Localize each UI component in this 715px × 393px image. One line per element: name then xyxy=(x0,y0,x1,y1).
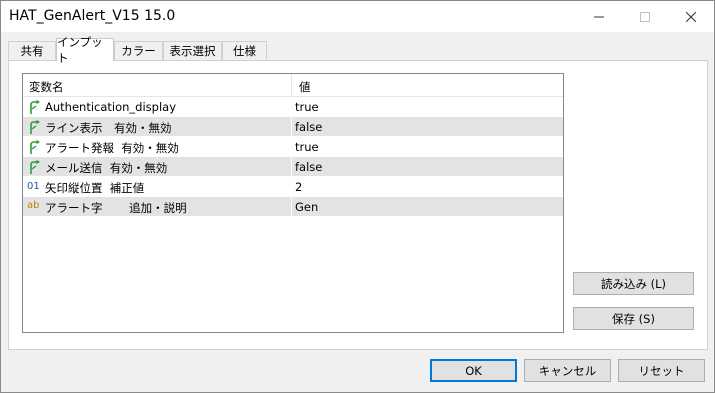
cell-divider xyxy=(291,97,292,117)
tab-strip: 共有 インプット カラー 表示選択 仕様 xyxy=(8,35,708,65)
column-header-name[interactable]: 変数名 xyxy=(29,79,64,95)
tab-spec[interactable]: 仕様 xyxy=(222,41,267,60)
parameter-name: アラート発報 有効・無効 xyxy=(45,141,179,155)
parameter-name: ライン表示 有効・無効 xyxy=(45,121,172,135)
parameter-row[interactable]: Authentication_display true xyxy=(23,97,563,117)
int-icon: 01 xyxy=(27,181,40,192)
string-icon: ab xyxy=(27,200,40,211)
grid-header: 変数名 値 xyxy=(23,74,563,97)
parameter-value[interactable]: true xyxy=(295,140,319,154)
bool-arrow-icon xyxy=(30,99,40,114)
reset-button[interactable]: リセット xyxy=(618,359,705,382)
parameter-value[interactable]: false xyxy=(295,160,322,174)
cell-divider xyxy=(291,197,292,217)
cell-divider xyxy=(291,177,292,197)
close-icon xyxy=(686,11,696,22)
cancel-button[interactable]: キャンセル xyxy=(524,359,611,382)
ok-button[interactable]: OK xyxy=(430,359,517,382)
window-title: HAT_GenAlert_V15 15.0 xyxy=(9,8,176,24)
parameter-row[interactable]: 01 矢印縦位置 補正値 2 xyxy=(23,177,563,197)
bool-arrow-icon xyxy=(30,119,40,134)
parameter-value[interactable]: Gen xyxy=(295,200,318,214)
parameter-name: アラート字 追加・説明 xyxy=(45,201,187,215)
tab-display-select[interactable]: 表示選択 xyxy=(163,41,222,60)
cell-divider xyxy=(291,157,292,177)
tab-input[interactable]: インプット xyxy=(56,35,114,65)
tab-common[interactable]: 共有 xyxy=(8,41,56,60)
parameter-value[interactable]: 2 xyxy=(295,180,302,194)
parameter-row[interactable]: ライン表示 有効・無効 false xyxy=(23,117,563,137)
title-bar[interactable]: HAT_GenAlert_V15 15.0 xyxy=(1,1,714,32)
maximize-button[interactable] xyxy=(622,1,668,32)
parameter-value[interactable]: false xyxy=(295,120,322,134)
close-button[interactable] xyxy=(668,1,714,32)
minimize-icon xyxy=(594,16,604,17)
parameter-value[interactable]: true xyxy=(295,100,319,114)
parameter-row[interactable]: メール送信 有効・無効 false xyxy=(23,157,563,177)
parameter-row[interactable]: アラート発報 有効・無効 true xyxy=(23,137,563,157)
parameter-name: メール送信 有効・無効 xyxy=(45,161,168,175)
maximize-icon xyxy=(640,11,650,22)
cell-divider xyxy=(291,117,292,137)
tab-colors[interactable]: カラー xyxy=(114,41,163,60)
minimize-button[interactable] xyxy=(576,1,622,32)
cell-divider xyxy=(291,137,292,157)
load-button[interactable]: 読み込み (L) xyxy=(573,272,694,295)
column-divider[interactable] xyxy=(291,74,292,96)
parameter-name: Authentication_display xyxy=(45,100,177,114)
column-header-value[interactable]: 値 xyxy=(299,79,311,95)
bool-arrow-icon xyxy=(30,139,40,154)
parameter-name: 矢印縦位置 補正値 xyxy=(45,181,145,195)
parameter-row[interactable]: ab アラート字 追加・説明 Gen xyxy=(23,197,563,217)
bool-arrow-icon xyxy=(30,159,40,174)
parameters-grid[interactable]: 変数名 値 Authentication_display true ライン表示 … xyxy=(22,73,564,333)
save-button[interactable]: 保存 (S) xyxy=(573,307,694,330)
